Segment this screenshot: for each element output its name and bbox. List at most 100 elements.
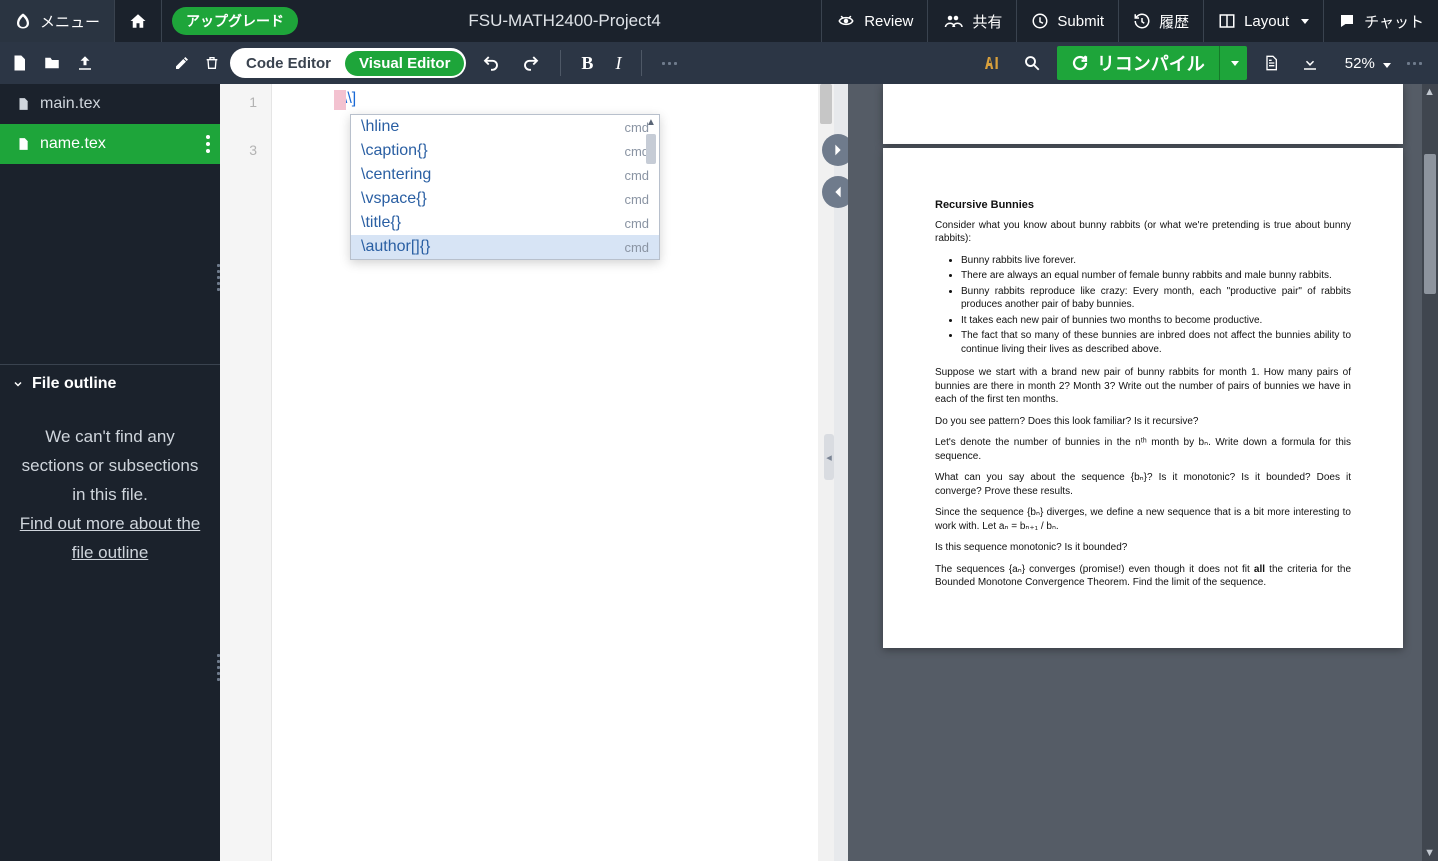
- share-button[interactable]: 共有: [928, 0, 1016, 42]
- layout-icon: [1218, 12, 1236, 30]
- outline-title: File outline: [32, 375, 116, 393]
- pane-divider[interactable]: ◂ ▸: [834, 84, 848, 861]
- submit-icon: [1031, 12, 1049, 30]
- review-label: Review: [864, 13, 913, 30]
- scroll-up-icon: ▲: [646, 117, 656, 128]
- pdf-heading: Recursive Bunnies: [935, 198, 1351, 213]
- review-button[interactable]: Review: [822, 0, 927, 42]
- zoom-level[interactable]: 52%: [1345, 55, 1391, 72]
- code-line: \[\\]: [272, 90, 818, 114]
- home-button[interactable]: [115, 0, 161, 42]
- pdf-more-button[interactable]: [1401, 56, 1428, 71]
- pdf-bullet-list: Bunny rabbits live forever. There are al…: [961, 254, 1351, 357]
- rename-button[interactable]: [174, 55, 190, 71]
- code-content[interactable]: \[\\] \hlinecmd \caption{}cmd \centering…: [272, 84, 818, 861]
- file-row-main[interactable]: main.tex: [0, 84, 220, 124]
- pdf-text: Suppose we start with a brand new pair o…: [935, 366, 1351, 407]
- italic-button[interactable]: I: [609, 47, 627, 80]
- file-icon: [16, 136, 30, 152]
- ai-button[interactable]: [975, 48, 1007, 78]
- overleaf-logo-icon: [14, 12, 32, 30]
- layout-button[interactable]: Layout: [1204, 0, 1323, 42]
- file-row-name[interactable]: name.tex: [0, 124, 220, 164]
- chat-label: チャット: [1364, 11, 1424, 32]
- collapse-left-handle[interactable]: ◂: [824, 434, 834, 480]
- pdf-scrollbar[interactable]: ▲ ▼: [1422, 84, 1438, 861]
- upload-button[interactable]: [76, 54, 94, 72]
- outline-empty-state: We can't find any sections or subsection…: [0, 403, 220, 587]
- file-outline-header[interactable]: File outline: [0, 364, 220, 403]
- pdf-bullet: It takes each new pair of bunnies two mo…: [961, 314, 1351, 328]
- visual-editor-tab[interactable]: Visual Editor: [345, 51, 464, 76]
- scroll-thumb[interactable]: [646, 134, 656, 164]
- top-bar: メニュー アップグレード FSU-MATH2400-Project4 Revie…: [0, 0, 1438, 42]
- history-label: 履歴: [1159, 11, 1189, 32]
- search-button[interactable]: [1017, 48, 1047, 78]
- code-editor-tab[interactable]: Code Editor: [232, 51, 345, 76]
- logs-button[interactable]: [1257, 48, 1285, 78]
- caret-down-icon: [1383, 63, 1391, 68]
- file-name: name.tex: [40, 135, 106, 153]
- project-title[interactable]: FSU-MATH2400-Project4: [308, 11, 821, 31]
- pencil-icon: [174, 55, 190, 71]
- trash-icon: [204, 54, 220, 72]
- delete-button[interactable]: [204, 54, 220, 72]
- pdf-text: Since the sequence {bₙ} diverges, we def…: [935, 506, 1351, 533]
- pdf-page: Recursive Bunnies Consider what you know…: [883, 148, 1403, 648]
- pdf-text: Do you see pattern? Does this look famil…: [935, 415, 1351, 429]
- scroll-down-icon: ▼: [1424, 847, 1435, 859]
- autocomplete-item[interactable]: \caption{}cmd: [351, 139, 659, 163]
- history-button[interactable]: 履歴: [1119, 0, 1203, 42]
- autocomplete-item[interactable]: \hlinecmd: [351, 115, 659, 139]
- pdf-preview-pane[interactable]: Recursive Bunnies Consider what you know…: [848, 84, 1438, 861]
- more-formatting-button[interactable]: [656, 56, 683, 71]
- autocomplete-scrollbar[interactable]: ▲: [645, 117, 657, 257]
- caret-down-icon: [1301, 19, 1309, 24]
- autocomplete-item[interactable]: \centeringcmd: [351, 163, 659, 187]
- submit-button[interactable]: Submit: [1017, 0, 1118, 42]
- arrow-left-icon: [830, 184, 846, 200]
- autocomplete-item-selected[interactable]: \author[]{}cmd: [351, 235, 659, 259]
- download-button[interactable]: [1295, 48, 1325, 78]
- pdf-text: What can you say about the sequence {bₙ}…: [935, 471, 1351, 498]
- toolbar: Code Editor Visual Editor B I リコンパイル 52%: [0, 42, 1438, 84]
- pdf-text: Is this sequence monotonic? Is it bounde…: [935, 541, 1351, 555]
- outline-help-link[interactable]: Find out more about the file outline: [20, 514, 201, 562]
- pdf-page-previous: [883, 84, 1403, 144]
- outline-empty-text: We can't find any sections or subsection…: [18, 423, 202, 510]
- submit-label: Submit: [1057, 13, 1104, 30]
- file-name: main.tex: [40, 95, 100, 113]
- autocomplete-item[interactable]: \vspace{}cmd: [351, 187, 659, 211]
- main-area: main.tex name.tex File outline We can't …: [0, 84, 1438, 861]
- pdf-text: The sequences {aₙ} converges (promise!) …: [935, 563, 1351, 590]
- new-folder-button[interactable]: [42, 54, 62, 72]
- scroll-thumb[interactable]: [1424, 154, 1436, 294]
- folder-icon: [42, 54, 62, 72]
- bold-button[interactable]: B: [575, 47, 599, 80]
- pdf-bullet: There are always an equal number of fema…: [961, 269, 1351, 283]
- scroll-thumb[interactable]: [820, 84, 832, 124]
- menu-button[interactable]: メニュー: [0, 0, 114, 42]
- file-menu-button[interactable]: [206, 135, 210, 153]
- new-file-button[interactable]: [10, 53, 28, 73]
- ellipsis-icon: [1407, 62, 1422, 65]
- chat-button[interactable]: チャット: [1324, 0, 1438, 42]
- sidebar: main.tex name.tex File outline We can't …: [0, 84, 220, 861]
- scroll-up-icon: ▲: [1424, 86, 1435, 98]
- ai-icon: [981, 54, 1001, 72]
- line-gutter: 1 3: [220, 84, 272, 861]
- upgrade-button[interactable]: アップグレード: [172, 7, 298, 35]
- home-icon: [129, 12, 147, 30]
- history-icon: [1133, 12, 1151, 30]
- redo-button[interactable]: [516, 48, 546, 78]
- undo-button[interactable]: [476, 48, 506, 78]
- autocomplete-popup: \hlinecmd \caption{}cmd \centeringcmd \v…: [350, 114, 660, 260]
- autocomplete-item[interactable]: \title{}cmd: [351, 211, 659, 235]
- pdf-bullet: Bunny rabbits reproduce like crazy: Ever…: [961, 285, 1351, 312]
- recompile-button[interactable]: リコンパイル: [1057, 46, 1219, 80]
- line-number: 3: [220, 138, 257, 162]
- recompile-options-button[interactable]: [1219, 46, 1247, 80]
- code-editor-pane[interactable]: 1 3 \[\\] \hlinecmd \caption{}cmd \cente…: [220, 84, 834, 861]
- review-icon: [836, 12, 856, 30]
- undo-icon: [482, 54, 500, 72]
